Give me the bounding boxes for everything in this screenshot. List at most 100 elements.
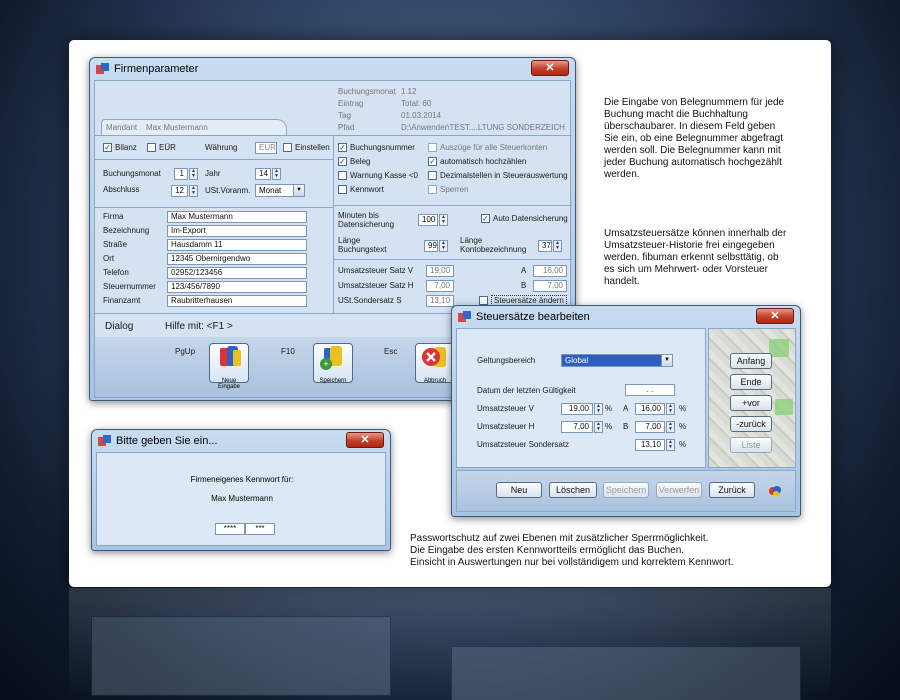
ust-h-field[interactable]: 7,00 (426, 280, 454, 292)
reflection (0, 588, 900, 700)
ort-label: Ort (103, 254, 115, 263)
sperren-checkbox[interactable] (428, 185, 437, 194)
auszuege-label: Auszüge für alle Steuerkonten (440, 143, 548, 152)
steuersaetze-aendern-checkbox[interactable] (479, 296, 488, 305)
geltungsbereich-select[interactable]: Global ▼ (561, 354, 673, 367)
info-value: Total: 60 (401, 99, 432, 108)
ust-h-spinner[interactable]: ▲ ▼ (594, 421, 603, 433)
minuten-spinner[interactable]: ▲ ▼ (439, 214, 448, 226)
firma-label: Firma (103, 212, 124, 221)
auszuege-checkbox[interactable] (428, 143, 437, 152)
liste-button[interactable]: Liste (730, 437, 772, 453)
password-part1-input[interactable]: **** (215, 523, 245, 535)
zurueck-nav-button[interactable]: -zurück (730, 416, 772, 432)
a-field[interactable]: 16,00 (635, 403, 665, 415)
ust-sonder-field[interactable]: 13,10 (635, 439, 665, 451)
abschluss-field[interactable]: 12 (171, 185, 188, 197)
key-f10: F10 (281, 347, 295, 356)
auto-datensicherung-checkbox[interactable]: ✓ (481, 214, 490, 223)
loeschen-button[interactable]: Löschen (549, 482, 597, 498)
ust-s-field[interactable]: 13,10 (426, 295, 454, 307)
b-field[interactable]: 7,00 (533, 280, 567, 292)
a-field[interactable]: 16,00 (533, 265, 567, 277)
abschluss-spinner[interactable]: ▲ ▼ (189, 185, 198, 197)
laenge-konto-field[interactable]: 37 (538, 240, 552, 252)
ende-button[interactable]: Ende (730, 374, 772, 390)
a-spinner[interactable]: ▲ ▼ (666, 403, 675, 415)
buchungsmonat-field[interactable]: 1 (174, 168, 188, 180)
speichern-button[interactable]: + Speichern (313, 343, 353, 384)
minuten-field[interactable]: 100 (418, 214, 438, 226)
steuersaetze-window: Steuersätze bearbeiten ✕ Geltungsbereich… (451, 305, 801, 517)
bilanz-checkbox[interactable]: ✓ (103, 143, 112, 152)
waehrung-label: Währung (205, 143, 238, 152)
laenge-buchungstext-spinner[interactable]: ▲ ▼ (439, 240, 448, 252)
speichern-button[interactable]: Speichern (603, 482, 649, 498)
dezimalstellen-label: Dezimalstellen in Steuerauswertung (440, 171, 568, 180)
password-part2-input[interactable]: *** (245, 523, 275, 535)
geltungsbereich-value: Global (565, 356, 589, 365)
ort-field[interactable]: 12345 Obernirgendwo (167, 253, 307, 265)
zurueck-button[interactable]: Zurück (709, 482, 755, 498)
close-button[interactable]: ✕ (346, 432, 384, 448)
steuernummer-field[interactable]: 123/456/7890 (167, 281, 307, 293)
kennwort-label: Kennwort (350, 185, 384, 194)
ust-h-field[interactable]: 7,00 (561, 421, 593, 433)
ust-v-field[interactable]: 19,00 (561, 403, 593, 415)
laenge-label: Länge (338, 236, 361, 245)
buchungsnummer-checkbox[interactable]: ✓ (338, 143, 347, 152)
key-pgup: PgUp (175, 347, 196, 356)
datum-field[interactable]: . . (625, 384, 675, 396)
auto-hochzaehlen-checkbox[interactable]: ✓ (428, 157, 437, 166)
b-spinner[interactable]: ▲ ▼ (666, 421, 675, 433)
ust-s-label: USt.Sondersatz S (338, 296, 402, 305)
prompt-text: Firmeneigenes Kennwort für: (190, 475, 294, 484)
buchungsnummer-label: Buchungsnummer (350, 143, 415, 152)
neue-eingabe-button[interactable]: Neue Eingabe (209, 343, 249, 390)
kennwort-checkbox[interactable] (338, 185, 347, 194)
text-line: werden soll. Die Belegnummer kann mit (604, 145, 781, 156)
chevron-down-icon[interactable]: ▼ (661, 355, 672, 366)
laenge-buchungstext-field[interactable]: 99 (424, 240, 438, 252)
b-field[interactable]: 7,00 (635, 421, 665, 433)
buchungsmonat-spinner[interactable]: ▲ ▼ (189, 168, 198, 180)
warnung-checkbox[interactable] (338, 171, 347, 180)
dialog-label: Dialog (105, 321, 134, 332)
finanzamt-label: Finanzamt (103, 296, 141, 305)
close-button[interactable]: ✕ (531, 60, 569, 76)
text-line: Einsicht in Auswertungen nur bei vollstä… (410, 557, 734, 568)
jahr-field[interactable]: 14 (255, 168, 271, 180)
tab-mandant[interactable]: Mandant Max Mustermann (101, 119, 287, 135)
bezeichnung-field[interactable]: Im-Export (167, 225, 307, 237)
jahr-spinner[interactable]: ▲ ▼ (272, 168, 281, 180)
window-title: Steuersätze bearbeiten (476, 311, 590, 323)
beleg-checkbox[interactable]: ✓ (338, 157, 347, 166)
text-line: handelt. (604, 276, 640, 287)
ust-v-field[interactable]: 19,00 (426, 265, 454, 277)
text-line: Sie ein, ob eine Belegnummer abgefragt (604, 133, 784, 144)
neu-button[interactable]: Neu (496, 482, 542, 498)
abbruch-button[interactable]: Abbruch (415, 343, 455, 384)
laenge-konto-spinner[interactable]: ▲ ▼ (553, 240, 562, 252)
telefon-field[interactable]: 02952/123456 (167, 267, 307, 279)
dezimalstellen-checkbox[interactable] (428, 171, 437, 180)
chevron-down-icon[interactable]: ▼ (293, 185, 304, 196)
ust-sonder-spinner[interactable]: ▲ ▼ (666, 439, 675, 451)
help-icon[interactable] (768, 484, 782, 498)
eur-label: EÜR (159, 143, 176, 152)
vor-button[interactable]: +vor (730, 395, 772, 411)
waehrung-field[interactable]: EUR (255, 142, 277, 154)
finanzamt-field[interactable]: Raubritterhausen (167, 295, 307, 307)
auto-datensicherung-label: Auto Datensicherung (493, 214, 568, 223)
pct-sign: % (679, 440, 687, 449)
ustvoranm-select[interactable]: Monat ▼ (255, 184, 305, 197)
strasse-field[interactable]: Hausdamm 11 (167, 239, 307, 251)
firma-field[interactable]: Max Mustermann (167, 211, 307, 223)
eur-checkbox[interactable] (147, 143, 156, 152)
divider (95, 159, 333, 160)
einstellen-checkbox[interactable] (283, 143, 292, 152)
anfang-button[interactable]: Anfang (730, 353, 772, 369)
close-button[interactable]: ✕ (756, 308, 794, 324)
verwerfen-button[interactable]: Verwerfen (656, 482, 702, 498)
ust-v-spinner[interactable]: ▲ ▼ (594, 403, 603, 415)
